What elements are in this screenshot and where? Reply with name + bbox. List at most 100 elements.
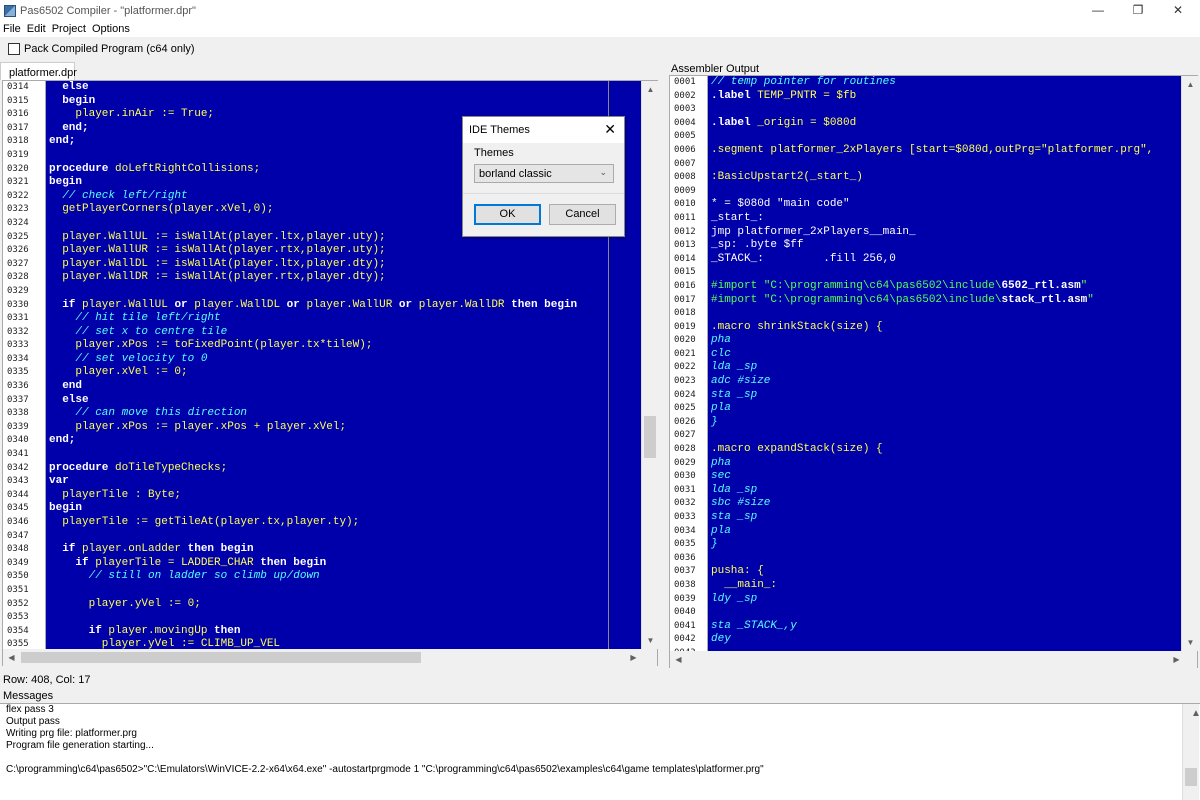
editor-code-line[interactable]: player.yVel := CLIMB_UP_VEL (46, 638, 642, 649)
editor-code-line[interactable] (46, 611, 642, 625)
asm-code-line[interactable]: pha (708, 457, 1181, 471)
editor-code-line[interactable]: // can move this direction (46, 407, 642, 421)
editor-code-line[interactable]: // set x to centre tile (46, 326, 642, 340)
asm-code-line[interactable]: .segment platformer_2xPlayers [start=$08… (708, 144, 1181, 158)
scroll-left-arrow-icon[interactable]: ◀ (3, 653, 20, 662)
editor-code-line[interactable] (46, 285, 642, 299)
asm-hscroll[interactable]: ◀ ▶ (670, 651, 1197, 668)
maximize-button[interactable]: ❐ (1118, 0, 1158, 21)
asm-code-line[interactable]: #import "C:\programming\c64\pas6502\incl… (708, 280, 1181, 294)
messages-vscroll-thumb[interactable] (1185, 768, 1197, 786)
editor-code-line[interactable]: begin (46, 95, 642, 109)
editor-code-line[interactable] (46, 448, 642, 462)
asm-code-line[interactable]: .macro expandStack(size) { (708, 443, 1181, 457)
asm-code-line[interactable]: pha (708, 334, 1181, 348)
asm-code-line[interactable]: dey (708, 633, 1181, 647)
editor-code-line[interactable]: procedure doTileTypeChecks; (46, 462, 642, 476)
scroll-right-arrow-icon[interactable]: ▶ (625, 653, 642, 662)
asm-code-line[interactable]: * = $080d "main code" (708, 198, 1181, 212)
asm-code-line[interactable]: _start_: (708, 212, 1181, 226)
asm-code-line[interactable] (708, 606, 1181, 620)
editor-vscroll[interactable]: ▲ ▼ (641, 81, 658, 649)
editor-code-line[interactable]: else (46, 394, 642, 408)
editor-code-line[interactable]: if player.WallUL or player.WallDL or pla… (46, 299, 642, 313)
editor-code-line[interactable]: player.WallUR := isWallAt(player.rtx,pla… (46, 244, 642, 258)
ok-button[interactable]: OK (474, 204, 541, 225)
asm-code-line[interactable] (708, 429, 1181, 443)
pack-checkbox[interactable] (8, 43, 20, 55)
editor-code-line[interactable] (46, 530, 642, 544)
asm-code-line[interactable]: .macro shrinkStack(size) { (708, 321, 1181, 335)
editor-code-line[interactable]: end (46, 380, 642, 394)
cancel-button[interactable]: Cancel (549, 204, 616, 225)
editor-code-line[interactable]: // set velocity to 0 (46, 353, 642, 367)
editor-code-line[interactable]: end; (46, 434, 642, 448)
minimize-button[interactable]: — (1078, 0, 1118, 21)
editor-code-line[interactable]: player.yVel := 0; (46, 598, 642, 612)
editor-code-line[interactable]: if playerTile = LADDER_CHAR then begin (46, 557, 642, 571)
asm-code-line[interactable]: pla (708, 525, 1181, 539)
editor-code-line[interactable]: // hit tile left/right (46, 312, 642, 326)
editor-code-line[interactable]: player.xPos := toFixedPoint(player.tx*ti… (46, 339, 642, 353)
editor-code-line[interactable]: player.WallDR := isWallAt(player.rtx,pla… (46, 271, 642, 285)
asm-code-line[interactable]: #import "C:\programming\c64\pas6502\incl… (708, 294, 1181, 308)
editor-hscroll-thumb[interactable] (21, 652, 421, 663)
asm-code-line[interactable]: :BasicUpstart2(_start_) (708, 171, 1181, 185)
messages-panel[interactable]: flex pass 3 Output pass Writing prg file: … (0, 703, 1200, 800)
scroll-down-arrow-icon[interactable]: ▼ (642, 636, 659, 645)
asm-code-line[interactable]: clc (708, 348, 1181, 362)
messages-vscroll[interactable]: ▲ (1182, 704, 1200, 800)
msg-scroll-up-arrow-icon[interactable]: ▲ (1186, 708, 1200, 720)
asm-code-line[interactable]: // temp pointer for routines (708, 76, 1181, 90)
menu-file[interactable]: File (0, 23, 24, 35)
asm-scroll-left-arrow-icon[interactable]: ◀ (670, 655, 687, 664)
editor-code-line[interactable]: if player.onLadder then begin (46, 543, 642, 557)
menu-options[interactable]: Options (89, 23, 133, 35)
asm-code-line[interactable]: _STACK_: .fill 256,0 (708, 253, 1181, 267)
asm-code-line[interactable]: sta _sp (708, 389, 1181, 403)
editor-code-line[interactable]: begin (46, 502, 642, 516)
asm-code-line[interactable]: __main_: (708, 579, 1181, 593)
asm-code-line[interactable]: pla (708, 402, 1181, 416)
editor-code-line[interactable]: player.WallDL := isWallAt(player.ltx,pla… (46, 258, 642, 272)
themes-dropdown[interactable]: borland classic ⌄ (474, 164, 614, 183)
asm-code-line[interactable]: .label _origin = $080d (708, 117, 1181, 131)
asm-code-line[interactable] (708, 185, 1181, 199)
asm-code-line[interactable]: lda _sp (708, 361, 1181, 375)
dialog-close-icon[interactable]: ✕ (604, 121, 616, 138)
asm-code-line[interactable] (708, 130, 1181, 144)
asm-code-line[interactable]: sta _sp (708, 511, 1181, 525)
editor-code-line[interactable]: // still on ladder so climb up/down (46, 570, 642, 584)
editor-code-line[interactable]: var (46, 475, 642, 489)
scroll-up-arrow-icon[interactable]: ▲ (642, 85, 659, 94)
editor-code-line[interactable]: player.xPos := player.xPos + player.xVel… (46, 421, 642, 435)
asm-code-line[interactable]: sta _STACK_,y (708, 620, 1181, 634)
asm-code-line[interactable]: lda _sp (708, 484, 1181, 498)
asm-code-line[interactable] (708, 103, 1181, 117)
asm-code-line[interactable]: jmp platformer_2xPlayers__main_ (708, 226, 1181, 240)
asm-code-line[interactable]: ldy _sp (708, 593, 1181, 607)
editor-vscroll-thumb[interactable] (644, 416, 656, 458)
asm-code-line[interactable]: } (708, 416, 1181, 430)
editor-hscroll[interactable]: ◀ ▶ (3, 649, 657, 666)
asm-code-line[interactable] (708, 552, 1181, 566)
asm-code-line[interactable] (708, 266, 1181, 280)
asm-scroll-down-arrow-icon[interactable]: ▼ (1182, 638, 1199, 647)
asm-code-line[interactable] (708, 158, 1181, 172)
close-button[interactable]: ✕ (1158, 0, 1198, 21)
asm-code-line[interactable]: .label TEMP_PNTR = $fb (708, 90, 1181, 104)
asm-code-line[interactable]: _sp: .byte $ff (708, 239, 1181, 253)
menu-project[interactable]: Project (49, 23, 89, 35)
tab-platformer[interactable]: platformer.dpr (0, 62, 77, 80)
asm-scroll-right-arrow-icon[interactable]: ▶ (1168, 655, 1185, 664)
editor-code-line[interactable]: player.xVel := 0; (46, 366, 642, 380)
asm-code-line[interactable]: sec (708, 470, 1181, 484)
asm-scroll-up-arrow-icon[interactable]: ▲ (1182, 80, 1199, 89)
asm-vscroll[interactable]: ▲ ▼ (1181, 76, 1198, 651)
asm-code-line[interactable]: sbc #size (708, 497, 1181, 511)
editor-code-line[interactable] (46, 584, 642, 598)
editor-code-line[interactable]: else (46, 81, 642, 95)
editor-code-line[interactable]: if player.movingUp then (46, 625, 642, 639)
menu-edit[interactable]: Edit (24, 23, 49, 35)
asm-code-line[interactable]: adc #size (708, 375, 1181, 389)
